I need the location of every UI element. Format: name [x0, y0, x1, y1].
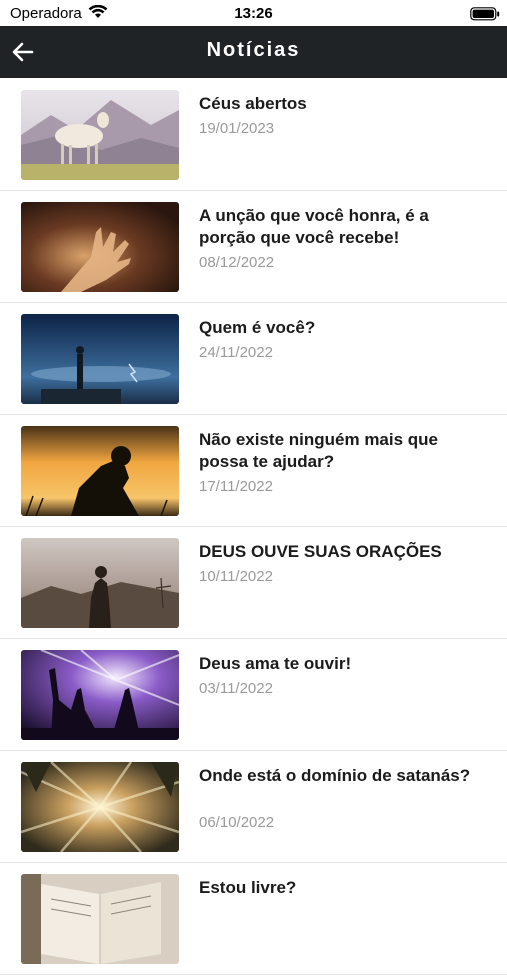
page-title: Notícias: [206, 39, 301, 61]
news-item[interactable]: Estou livre?: [0, 863, 507, 975]
news-title: A unção que você honra, é a porção que v…: [199, 206, 429, 247]
news-date: 10/11/2022: [199, 568, 273, 585]
news-item[interactable]: Quem é você? 24/11/2022: [0, 303, 507, 415]
news-thumbnail: [21, 762, 179, 852]
news-date: 17/11/2022: [199, 478, 273, 495]
news-thumbnail: [21, 426, 179, 516]
news-list: Céus abertos 19/01/2023 A unção que você…: [0, 79, 507, 975]
app-header: Notícias: [0, 26, 507, 78]
news-thumbnail: [21, 538, 179, 628]
news-item[interactable]: DEUS OUVE SUAS ORAÇÕES 10/11/2022: [0, 527, 507, 639]
news-thumbnail: [21, 650, 179, 740]
news-title: Onde está o domínio de satanás?: [199, 766, 471, 785]
news-item[interactable]: Céus abertos 19/01/2023: [0, 79, 507, 191]
clock: 13:26: [234, 5, 273, 22]
news-title: Quem é você?: [199, 318, 316, 337]
news-item[interactable]: Deus ama te ouvir! 03/11/2022: [0, 639, 507, 751]
news-date: 19/01/2023: [199, 120, 275, 137]
news-thumbnail: [21, 90, 179, 180]
battery-icon: [470, 7, 500, 26]
news-title: Não existe ninguém mais que possa te aju…: [199, 430, 439, 471]
news-thumbnail: [21, 202, 179, 292]
news-date: 24/11/2022: [199, 344, 273, 361]
news-date: 03/11/2022: [199, 680, 273, 697]
news-item[interactable]: Não existe ninguém mais que possa te aju…: [0, 415, 507, 527]
status-bar: Operadora 13:26: [0, 0, 507, 26]
news-title: Estou livre?: [199, 878, 297, 897]
news-date: 06/10/2022: [199, 814, 275, 831]
news-thumbnail: [21, 874, 179, 964]
news-date: 08/12/2022: [199, 254, 275, 271]
news-title: Deus ama te ouvir!: [199, 654, 352, 673]
news-title: Céus abertos: [199, 94, 307, 113]
news-item[interactable]: Onde está o domínio de satanás? 06/10/20…: [0, 751, 507, 863]
news-item[interactable]: A unção que você honra, é a porção que v…: [0, 191, 507, 303]
news-thumbnail: [21, 314, 179, 404]
news-title: DEUS OUVE SUAS ORAÇÕES: [199, 542, 442, 561]
